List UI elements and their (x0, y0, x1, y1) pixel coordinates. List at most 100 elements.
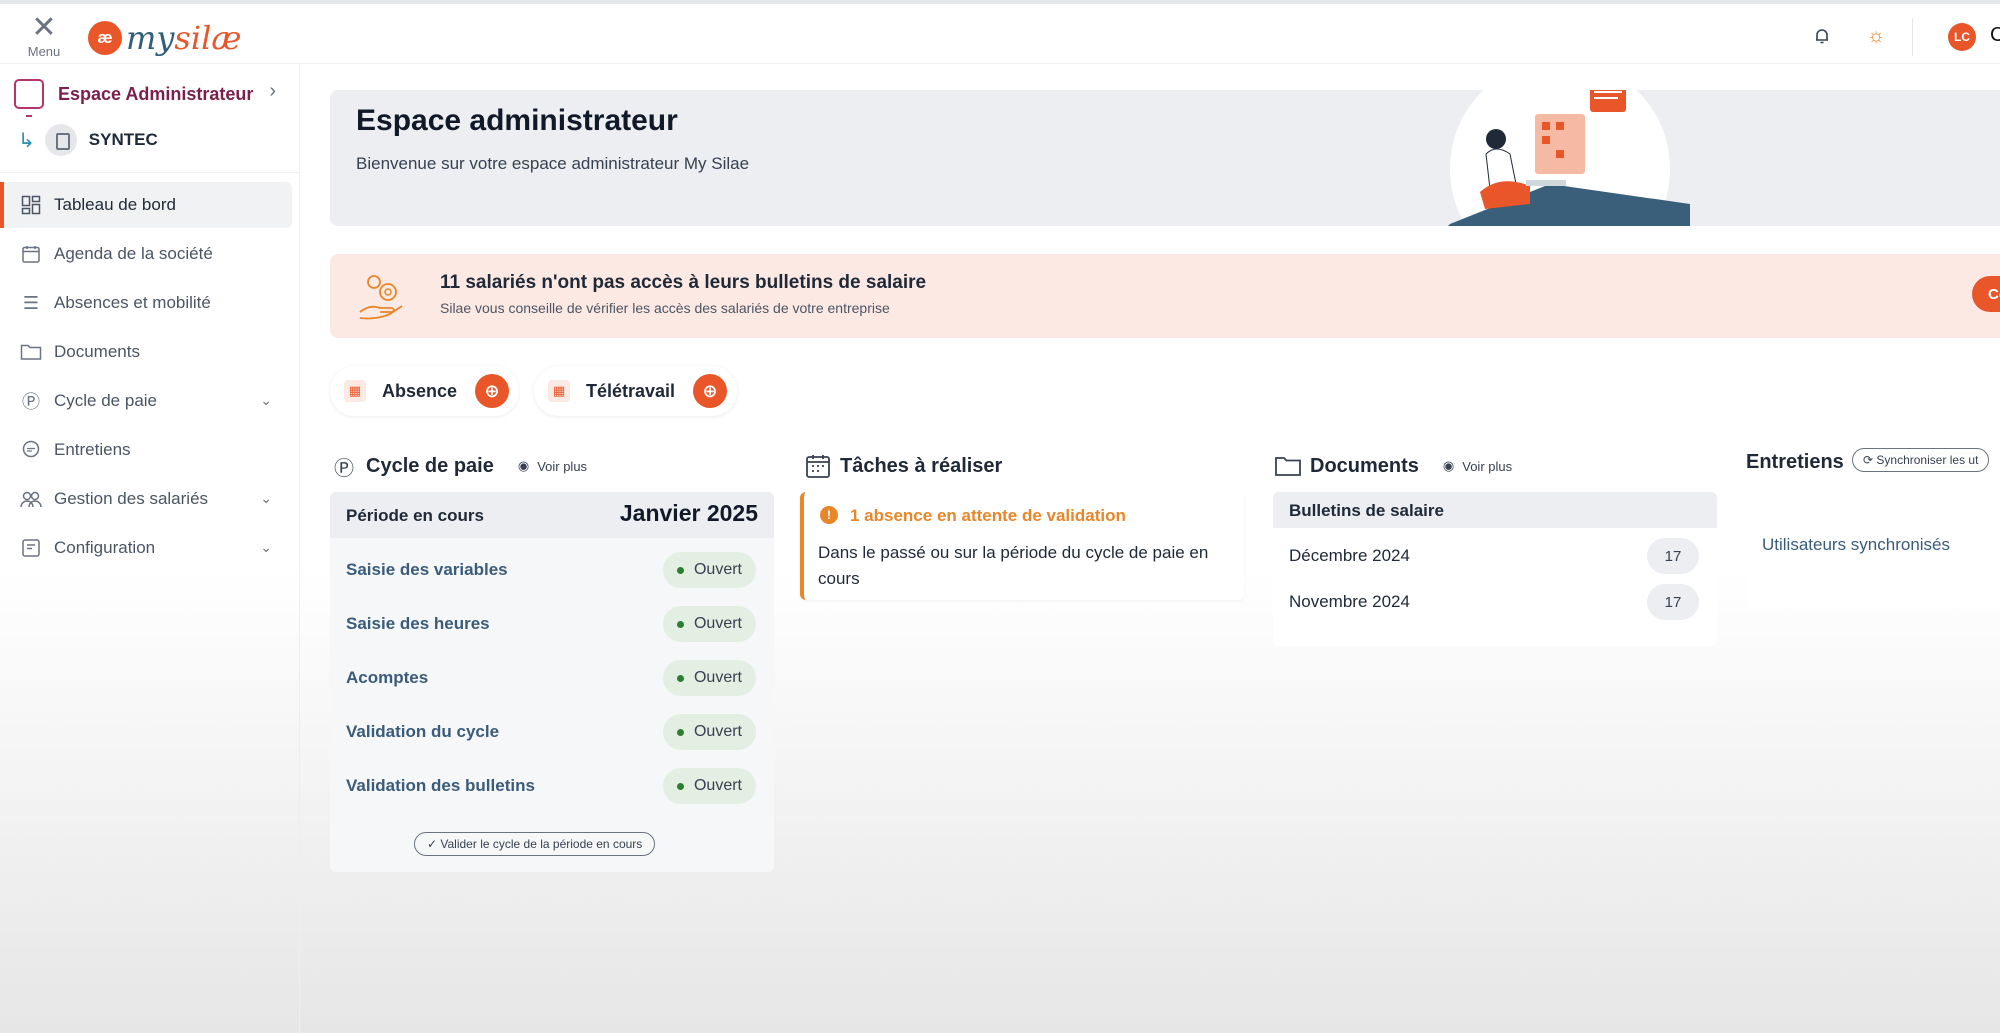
config-icon (20, 537, 42, 559)
dashboard-icon (20, 194, 42, 216)
section-title: Tâches à réaliser (840, 454, 1003, 477)
voir-plus-label: Voir plus (1462, 458, 1513, 474)
cycle-card: Période en cours Janvier 2025 Saisie des… (330, 492, 774, 872)
admin-monitor-icon (14, 79, 44, 117)
sidebar-item-entretiens[interactable]: Entretiens (0, 427, 292, 473)
logo-text: mysilæ (126, 19, 241, 57)
status-dot (676, 782, 684, 790)
voir-plus-link[interactable]: ◉ Voir plus (1443, 458, 1512, 474)
company-label: SYNTEC (88, 130, 158, 149)
cycle-row: Saisie des heures Ouvert (330, 596, 774, 650)
sidebar-item-tableau-de-bord[interactable]: Tableau de bord (0, 182, 292, 228)
gear-hand-icon (359, 275, 403, 320)
cycle-step-link[interactable]: Validation du cycle (346, 722, 499, 742)
alert-title: 11 salariés n'ont pas accès à leurs bull… (440, 272, 927, 293)
folder-icon (1274, 452, 1302, 480)
cycle-step-link[interactable]: Acomptes (346, 668, 428, 688)
hero-illustration (1448, 90, 1690, 226)
top-bar: ✕ Menu æ mysilæ ☼ LC C (0, 0, 2000, 64)
synced-users-link[interactable]: Utilisateurs synchronisés (1762, 535, 1950, 555)
sidebar-item-absences[interactable]: ☰ Absences et mobilité (0, 280, 292, 326)
status-badge: Ouvert (662, 552, 756, 588)
mysilae-logo[interactable]: æ mysilæ (88, 18, 241, 58)
count-badge: 17 (1647, 584, 1699, 620)
period-label: Période en cours (346, 506, 484, 525)
warning-icon: ! (820, 506, 838, 524)
configure-access-button[interactable]: Configu (1972, 276, 2000, 312)
period-value: Janvier 2025 (619, 500, 758, 526)
voir-plus-link[interactable]: ◉ Voir plus (518, 458, 587, 474)
sync-users-button[interactable]: ⟳ Synchroniser les ut (1852, 448, 1990, 472)
menu-button[interactable]: ✕ Menu (24, 13, 64, 60)
people-icon (20, 488, 42, 510)
sidebar-item-label: Tableau de bord (54, 195, 176, 214)
list-item[interactable]: Novembre 2024 17 (1273, 580, 1717, 624)
cycle-step-link[interactable]: Saisie des variables (346, 560, 508, 580)
topbar-divider (1912, 18, 1913, 56)
cycle-row: Validation du cycle Ouvert (330, 704, 774, 758)
sidebar-item-label: Entretiens (54, 440, 131, 459)
sidebar-item-cycle-de-paie[interactable]: Ⓟ Cycle de paie ⌄ (0, 378, 292, 424)
sub-arrow-icon: ↳ (18, 129, 35, 152)
validate-cycle-button[interactable]: ✓ Valider le cycle de la période en cour… (414, 832, 656, 856)
status-label: Ouvert (693, 561, 742, 578)
company-building-icon (44, 124, 77, 156)
cycle-step-link[interactable]: Validation des bulletins (346, 776, 535, 796)
entretiens-card: Utilisateurs synchronisés (1746, 492, 2000, 608)
task-card[interactable]: ! 1 absence en attente de validation Dan… (800, 492, 1244, 600)
sidebar-item-agenda[interactable]: Agenda de la société (0, 231, 292, 277)
tasks-section-header: Tâches à réaliser (804, 448, 1002, 484)
user-name-partial: C (1990, 24, 2000, 46)
sidebar-divider (0, 172, 300, 173)
add-circle-icon[interactable]: ⊕ (475, 374, 510, 408)
cycle-row: Saisie des variables Ouvert (330, 542, 774, 596)
logo-my: my (126, 19, 175, 57)
admin-space-selector[interactable]: Espace Administrateur › (14, 76, 284, 117)
alert-subtitle: Silae vous conseille de vérifier les acc… (440, 300, 890, 316)
sidebar-item-documents[interactable]: Documents (0, 329, 292, 375)
task-title[interactable]: 1 absence en attente de validation (850, 506, 1126, 526)
chevron-down-icon: ⌄ (260, 392, 272, 408)
company-selector[interactable]: ↳ SYNTEC (18, 122, 158, 158)
add-circle-icon[interactable]: ⊕ (693, 374, 728, 408)
cycle-section-header: Ⓟ Cycle de paie ◉ Voir plus (330, 448, 587, 484)
welcome-banner: Espace administrateur Bienvenue sur votr… (330, 90, 2000, 226)
cycle-row: Acomptes Ouvert (330, 650, 774, 704)
documents-card: Bulletins de salaire Décembre 2024 17 No… (1273, 492, 1717, 646)
eye-icon: ◉ (517, 458, 530, 473)
documents-section-header: Documents ◉ Voir plus (1274, 448, 1512, 484)
chat-icon (20, 439, 42, 461)
bell-icon[interactable] (1808, 22, 1836, 50)
status-label: Ouvert (693, 723, 742, 740)
sidebar-item-label: Documents (54, 342, 140, 361)
main-content: Espace administrateur Bienvenue sur votr… (300, 64, 2000, 1033)
sidebar-item-configuration[interactable]: Configuration ⌄ (0, 525, 292, 571)
sidebar-item-label: Absences et mobilité (54, 293, 211, 312)
page-subtitle: Bienvenue sur votre espace administrateu… (356, 154, 750, 173)
sun-icon[interactable]: ☼ (1862, 22, 1890, 50)
menu-label: Menu (27, 44, 61, 59)
sidebar-item-gestion-salaries[interactable]: Gestion des salariés ⌄ (0, 476, 292, 522)
logo-mark: æ (88, 21, 122, 55)
document-period: Décembre 2024 (1289, 546, 1410, 565)
quick-action-teletravail[interactable]: ▦ Télétravail ⊕ (534, 366, 738, 416)
page-title: Espace administrateur (356, 104, 678, 137)
status-dot (676, 674, 684, 682)
avatar[interactable]: LC (1948, 23, 1976, 51)
validate-cycle-label: Valider le cycle de la période en cours (440, 837, 643, 851)
documents-header: Bulletins de salaire (1273, 492, 1717, 528)
chevron-right-icon: › (269, 80, 276, 102)
cycle-step-link[interactable]: Saisie des heures (346, 614, 490, 634)
folder-icon (20, 341, 42, 363)
chevron-down-icon: ⌄ (260, 539, 272, 555)
status-label: Ouvert (693, 669, 742, 686)
cycle-row: Validation des bulletins Ouvert (330, 758, 774, 812)
voir-plus-label: Voir plus (537, 458, 588, 474)
list-item[interactable]: Décembre 2024 17 (1273, 534, 1717, 578)
quick-action-absence[interactable]: ▦ Absence ⊕ (330, 366, 520, 416)
eye-icon: ◉ (1442, 458, 1455, 473)
section-title: Entretiens (1746, 450, 1844, 473)
status-dot (676, 728, 684, 736)
access-alert-banner: 11 salariés n'ont pas accès à leurs bull… (330, 254, 2000, 338)
quick-action-label: Absence (382, 380, 458, 401)
